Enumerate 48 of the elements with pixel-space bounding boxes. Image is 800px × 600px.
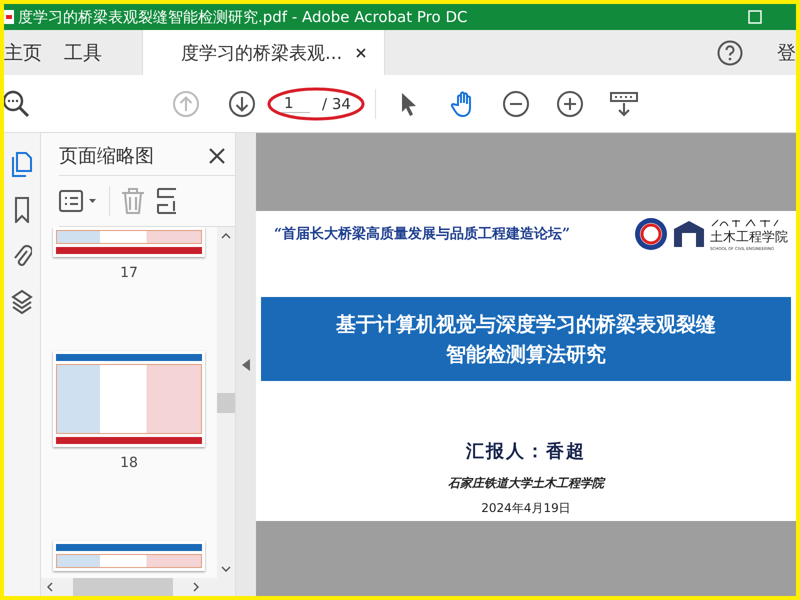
list-options-icon[interactable] bbox=[59, 189, 99, 213]
slide-title: 智能检测算法研究 bbox=[446, 341, 606, 368]
chevron-right-icon[interactable] bbox=[193, 582, 199, 592]
collapse-arrow-icon[interactable] bbox=[242, 358, 250, 370]
page-thumbnail[interactable] bbox=[53, 227, 205, 257]
arrow-down-icon[interactable] bbox=[228, 90, 256, 118]
scroll-thumb[interactable] bbox=[73, 578, 173, 596]
paperclip-icon[interactable] bbox=[12, 243, 32, 269]
maximize-icon[interactable] bbox=[748, 10, 762, 24]
calligraphy-drawing bbox=[710, 218, 780, 228]
sign-in-link[interactable]: 登 bbox=[777, 40, 796, 66]
page-number: 18 bbox=[120, 455, 138, 471]
panel-title: 页面缩略图 bbox=[59, 144, 154, 169]
page-thumbnail[interactable] bbox=[53, 351, 205, 447]
logo-text: 土木工程学院 bbox=[710, 228, 788, 246]
pdf-icon bbox=[4, 10, 14, 24]
layers-icon[interactable] bbox=[11, 289, 33, 315]
page-number-field[interactable]: 1 bbox=[282, 94, 310, 113]
tab[interactable]: 主页 bbox=[4, 30, 64, 75]
slide-title: 基于计算机视觉与深度学习的桥梁表观裂缝 bbox=[336, 311, 716, 338]
zoom-in-icon[interactable] bbox=[556, 90, 584, 118]
vertical-scrollbar[interactable] bbox=[217, 227, 235, 578]
keyboard-icon[interactable] bbox=[610, 90, 638, 118]
chevron-left-icon[interactable] bbox=[47, 582, 53, 592]
close-icon[interactable] bbox=[356, 48, 366, 58]
forum-title: “首届长大桥梁高质量发展与品质工程建造论坛” bbox=[274, 225, 572, 243]
search-icon[interactable] bbox=[4, 90, 32, 118]
crop-icon[interactable] bbox=[156, 187, 178, 215]
bookmark-icon[interactable] bbox=[14, 197, 30, 223]
university-logo bbox=[634, 217, 668, 251]
close-icon[interactable] bbox=[209, 148, 225, 164]
zoom-out-icon[interactable] bbox=[502, 90, 530, 118]
slide-date: 2024年4月19日 bbox=[481, 500, 571, 517]
page-number: 17 bbox=[120, 265, 138, 281]
pages-icon[interactable] bbox=[12, 151, 32, 177]
chevron-down-icon[interactable] bbox=[221, 566, 231, 572]
horizontal-scrollbar[interactable] bbox=[41, 578, 235, 596]
institution: 石家庄铁道大学土木工程学院 bbox=[448, 475, 604, 492]
tab[interactable]: 度学习的桥梁表观... bbox=[142, 30, 386, 75]
building-logo bbox=[672, 219, 706, 249]
page-thumbnail[interactable] bbox=[53, 541, 205, 571]
tab[interactable]: 工具 bbox=[64, 30, 124, 75]
chevron-up-icon[interactable] bbox=[221, 233, 231, 239]
presenter: 汇报人：香超 bbox=[466, 440, 586, 463]
scroll-thumb[interactable] bbox=[217, 392, 235, 412]
help-icon[interactable] bbox=[717, 40, 743, 66]
page-count: / 34 bbox=[322, 94, 351, 112]
window-title: 度学习的桥梁表观裂缝智能检测研究.pdf - Adobe Acrobat Pro DC bbox=[18, 8, 468, 26]
